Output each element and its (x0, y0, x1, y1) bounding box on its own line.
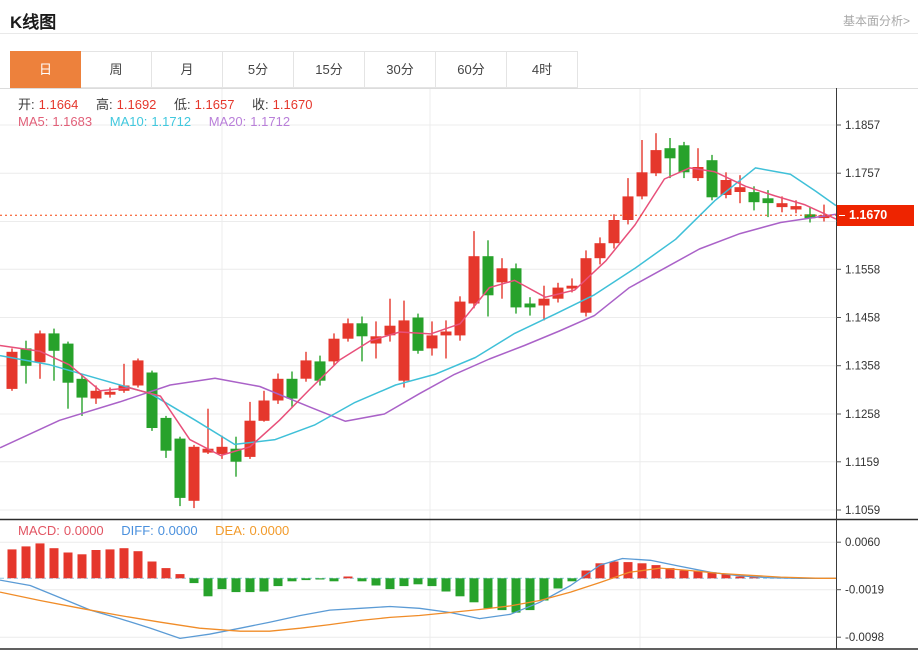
macd-axis-label: -0.0019 (845, 585, 884, 597)
ma5-value: 1.1683 (52, 114, 93, 129)
ma20-label: MA20: (208, 114, 247, 129)
ma-legend: MA5: 1.1683 MA10: 1.1712 MA20: 1.1712 (18, 114, 294, 129)
close-value: 1.1670 (272, 97, 313, 112)
macd-label: MACD: (18, 523, 60, 538)
high-label: 高: (96, 97, 113, 112)
macd-axis-label: -0.0098 (845, 632, 884, 644)
ma10-label: MA10: (109, 114, 148, 129)
price-axis-label: 1.1258 (845, 409, 880, 421)
ma10-value: 1.1712 (151, 114, 192, 129)
price-axis-label: 1.1059 (845, 505, 880, 517)
kline-widget: K线图 基本面分析> 日周月 5分 15分 30分 60分 4时 1.1857 1.1757… (0, 0, 918, 650)
low-value: 1.1657 (194, 97, 235, 112)
ohlc-legend: 开: 1.1664 高: 1.1692 低: 1.1657 收: 1.1670 (18, 94, 316, 113)
macd-axis-label: 0.0060 (845, 537, 880, 549)
price-tag-tick-icon (839, 215, 845, 216)
diff-value: 0.0000 (157, 523, 198, 538)
diff-label: DIFF: (121, 523, 154, 538)
last-price-value: 1.1670 (849, 208, 888, 222)
main-chart-area[interactable] (0, 88, 836, 519)
close-label: 收: (252, 97, 269, 112)
price-axis-label: 1.1358 (845, 361, 880, 373)
ma20-value: 1.1712 (250, 114, 291, 129)
dea-label: DEA: (215, 523, 246, 538)
ma5-label: MA5: (18, 114, 49, 129)
price-axis-label: 1.1558 (845, 264, 880, 276)
open-value: 1.1664 (38, 97, 79, 112)
price-axis-label: 1.1159 (845, 457, 879, 469)
price-axis-label: 1.1458 (845, 313, 880, 325)
macd-chart-area[interactable] (0, 520, 836, 648)
high-value: 1.1692 (116, 97, 157, 112)
open-label: 开: (18, 97, 35, 112)
macd-value: 0.0000 (63, 523, 104, 538)
macd-legend: MACD: 0.0000 DIFF: 0.0000 DEA: 0.0000 (18, 523, 293, 538)
price-axis-label: 1.1857 (845, 120, 880, 132)
low-label: 低: (174, 97, 191, 112)
price-axis-label: 1.1757 (845, 168, 880, 180)
last-price-tag: 1.1670 (837, 205, 914, 226)
dea-value: 0.0000 (249, 523, 290, 538)
